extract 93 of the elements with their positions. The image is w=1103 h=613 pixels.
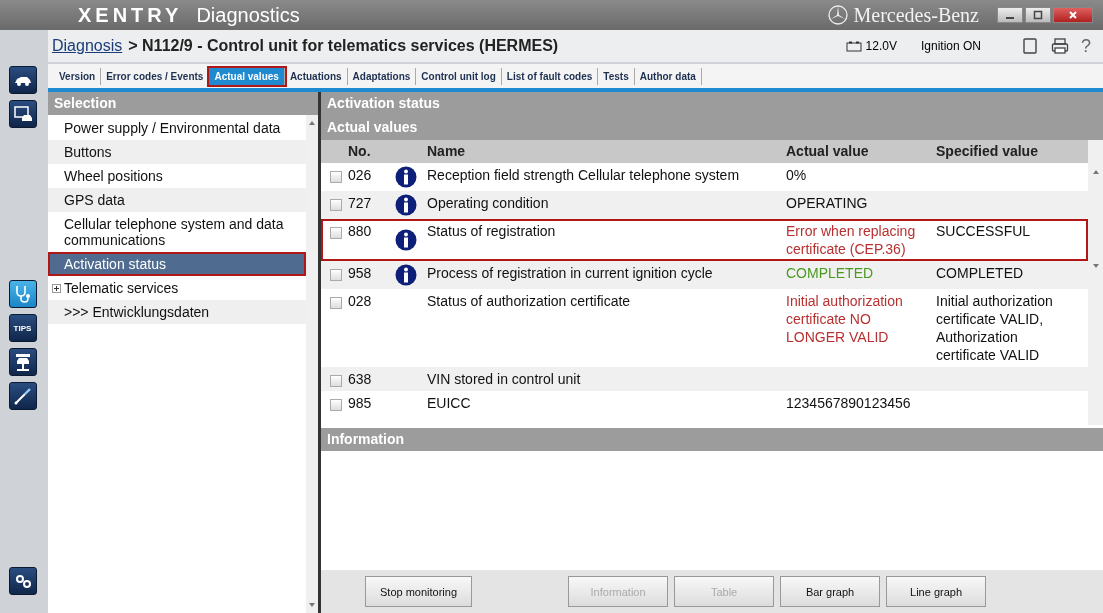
car-lift-button[interactable]: [8, 348, 37, 376]
ignition-status: Ignition ON: [920, 39, 981, 53]
scroll-up-icon[interactable]: [1092, 170, 1099, 174]
tab[interactable]: Actuations: [284, 67, 348, 85]
checkbox[interactable]: [330, 399, 342, 411]
info-icon[interactable]: [395, 194, 417, 216]
table-cell-text: Process of registration in current ignition cycle: [426, 264, 714, 283]
checkbox[interactable]: [330, 297, 342, 309]
table-row[interactable]: 958 Process of registration in current ignition cycle COMPLETED COMPLETED: [321, 261, 1088, 289]
plus-icon[interactable]: [52, 283, 61, 293]
section-header: Information: [321, 428, 1103, 451]
table-cell-text: 1234567890123456: [785, 394, 912, 413]
breadcrumb-link[interactable]: Diagnosis: [52, 37, 123, 55]
table-cell-text: EUICC: [426, 394, 472, 413]
stethoscope-button[interactable]: [8, 280, 37, 308]
list-item[interactable]: Buttons: [48, 140, 306, 164]
column-header: Name: [426, 142, 467, 161]
table-row[interactable]: 880 Status of registration Error when replacing certificate (CEP.36) SUCCESSFUL: [321, 219, 1088, 261]
table-cell-text: VIN stored in control unit: [426, 370, 582, 389]
tab[interactable]: Actual values: [209, 67, 285, 85]
column-header: No.: [347, 142, 372, 161]
panel-header: Activation status: [321, 92, 1103, 115]
table-row[interactable]: 638 VIN stored in control unit: [321, 367, 1088, 391]
close-button[interactable]: [1053, 7, 1093, 23]
maximize-button[interactable]: [1025, 7, 1051, 23]
print-icon[interactable]: [1051, 37, 1069, 55]
app-title: Diagnostics: [196, 3, 300, 27]
column-header: Actual value: [785, 142, 870, 161]
info-icon[interactable]: [395, 264, 417, 286]
app-brand: XENTRY: [78, 3, 183, 27]
voltage-reading: 12.0V: [865, 39, 897, 53]
monitor-icon: [12, 104, 33, 124]
table-cell-text: 0%: [785, 166, 808, 185]
battery-icon: [845, 40, 862, 52]
checkbox[interactable]: [330, 375, 342, 387]
checkbox[interactable]: [330, 199, 342, 211]
monitor-button[interactable]: [8, 100, 37, 128]
list-item[interactable]: Activation status: [48, 252, 306, 276]
table-cell-text: COMPLETED: [935, 264, 1025, 283]
table-cell-text: 638: [347, 370, 373, 389]
table-cell-text: 028: [347, 292, 373, 311]
panel-header: Selection: [48, 92, 318, 115]
table-cell-text: Error when replacing certificate (CEP.36): [785, 222, 917, 259]
maker-name: Mercedes-Benz: [853, 3, 979, 27]
tab[interactable]: Version: [54, 67, 102, 85]
action-button[interactable]: Line graph: [886, 576, 987, 607]
gears-button[interactable]: [8, 567, 37, 595]
help-button[interactable]: ?: [1081, 35, 1091, 57]
scroll-down-icon[interactable]: [309, 603, 315, 607]
table-cell-text: Initial authorization certificate NO LONGER VALID: [785, 292, 904, 347]
table-cell-text: 026: [347, 166, 373, 185]
car-button[interactable]: [8, 66, 37, 94]
close-icon: [1068, 10, 1078, 20]
list-item[interactable]: Telematic services: [64, 280, 179, 296]
minimize-button[interactable]: [997, 7, 1023, 23]
table-cell-text: 985: [347, 394, 373, 413]
scroll-up-icon[interactable]: [309, 121, 315, 125]
table-cell-text: Reception field strength Cellular telephone system: [426, 166, 741, 185]
breadcrumb-path: > N112/9 - Control unit for telematics services (HERMES): [128, 37, 559, 55]
tab[interactable]: List of fault codes: [501, 67, 599, 85]
info-icon[interactable]: [395, 166, 417, 188]
table-cell-text: Initial authorization certificate VALID, Authorization certificate VALID: [935, 292, 1054, 365]
minimize-icon: [1006, 17, 1014, 19]
probe-icon: [12, 386, 33, 406]
action-button[interactable]: Stop monitoring: [365, 576, 473, 607]
star-logo-icon: [827, 5, 848, 25]
table-cell-text: 880: [347, 222, 373, 241]
table-cell-text: Status of authorization certificate: [426, 292, 632, 311]
checkbox[interactable]: [330, 227, 342, 239]
checkbox[interactable]: [330, 269, 342, 281]
maximize-icon: [1033, 10, 1043, 20]
tab[interactable]: Tests: [598, 67, 635, 85]
table-cell-text: OPERATING: [785, 194, 869, 213]
checkbox[interactable]: [330, 171, 342, 183]
tab[interactable]: Control unit log: [416, 67, 502, 85]
info-icon[interactable]: [395, 229, 417, 251]
table-cell-text: SUCCESSFUL: [935, 222, 1032, 241]
list-item[interactable]: GPS data: [48, 188, 306, 212]
probe-button[interactable]: [8, 382, 37, 410]
tab[interactable]: Author data: [634, 67, 702, 85]
action-button[interactable]: Bar graph: [780, 576, 881, 607]
table-row[interactable]: 727 Operating condition OPERATING: [321, 191, 1088, 219]
list-item[interactable]: >>> Entwicklungsdaten: [48, 300, 306, 324]
table-cell-text: COMPLETED: [785, 264, 875, 283]
scroll-down-icon[interactable]: [1092, 264, 1099, 268]
tab[interactable]: Adaptations: [347, 67, 417, 85]
tips-button[interactable]: TIPS: [8, 314, 37, 342]
section-header: Actual values: [321, 115, 1103, 140]
table-cell-text: Operating condition: [426, 194, 550, 213]
column-header: Specified value: [935, 142, 1039, 161]
table-cell-text: 727: [347, 194, 373, 213]
table-cell-text: 958: [347, 264, 373, 283]
table-cell-text: Status of registration: [426, 222, 557, 241]
